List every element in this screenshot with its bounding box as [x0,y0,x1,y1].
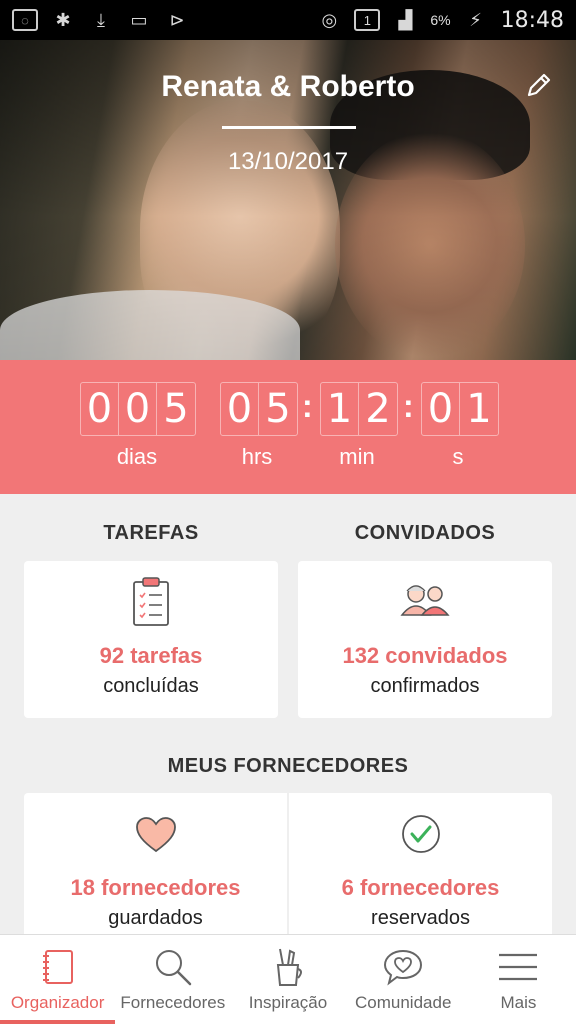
divider [222,126,356,129]
nav-label: Mais [500,993,537,1012]
clock: 18:48 [500,7,564,33]
booked-vendors-card[interactable]: 6 fornecedores reservados [289,793,552,934]
download-icon: ⤓ [97,9,105,30]
tasks-count: 92 tarefas [99,643,203,668]
nav-label: Inspiração [248,993,328,1012]
saved-vendors-sub: guardados [108,907,203,929]
search-icon [155,950,192,986]
hours-digit: 0 [221,383,259,435]
saved-vendors-count: 18 fornecedores [70,875,241,900]
couple-photo[interactable]: Renata & Roberto 13/10/2017 [0,40,576,360]
heart-icon [135,817,176,853]
check-circle-icon [401,815,440,853]
days-digit: 0 [81,383,119,435]
voicemail-icon: ▭ [130,9,148,30]
nav-label: Organizador [10,993,105,1012]
countdown-minutes: 1 2 [320,382,398,436]
wifi-icon: ◎ [321,9,338,30]
nav-label: Comunidade [355,993,452,1012]
menu-icon [499,953,538,981]
vendors-title: MEUS FORNECEDORES [167,755,409,777]
booked-vendors-count: 6 fornecedores [341,875,500,900]
active-indicator [0,1020,116,1024]
couple-name: Renata & Roberto [161,70,415,103]
battery-charging-icon: ⚡ [469,9,482,30]
bottom-navigation: Organizador Fornecedores Inspiração Comu… [0,934,576,1024]
saved-vendors-card[interactable]: 18 fornecedores guardados [24,793,287,934]
minutes-label: min [339,444,375,469]
seconds-digit: 0 [422,383,460,435]
tasks-title: TAREFAS [103,522,199,544]
android-app-icon: ✱ [55,9,71,30]
chat-notification-icon: ◌ [12,9,38,31]
booked-vendors-sub: reservados [371,907,470,929]
nav-mais[interactable]: Mais [461,935,576,1024]
colon-separator: : [302,388,313,424]
signal-icon: ▟ [398,9,413,30]
days-digit: 0 [119,383,157,435]
nav-organizador[interactable]: Organizador [0,935,116,1024]
battery-percent: 6% [430,12,451,28]
countdown-panel: 0 0 5 0 5 : 1 2 : 0 1 dias hrs min s [0,360,576,494]
nav-comunidade[interactable]: Comunidade [346,935,461,1024]
wedding-date: 13/10/2017 [227,148,349,175]
status-bar: ◌ ✱ ⤓ ▭ ⊳ ◎ 1 ▟ 6% ⚡ 18:48 [0,0,576,40]
countdown-hours: 0 5 [220,382,298,436]
clipboard-checklist-icon [133,577,169,626]
tasks-card[interactable]: 92 tarefas concluídas [24,561,278,718]
guests-people-icon [400,585,450,616]
nav-label: Fornecedores [120,993,226,1012]
guests-title: CONVIDADOS [354,522,496,544]
guests-count: 132 convidados [342,643,508,668]
hours-digit: 5 [265,386,291,432]
countdown-seconds: 0 1 [421,382,499,436]
notebook-icon [42,950,73,984]
guests-sub: confirmados [370,675,480,697]
seconds-digit: 1 [466,386,492,432]
minutes-digit: 2 [365,386,391,432]
seconds-label: s [452,444,464,469]
edit-pencil-icon[interactable] [524,70,554,100]
nav-inspiracao[interactable]: Inspiração [230,935,345,1024]
nav-fornecedores[interactable]: Fornecedores [115,935,230,1024]
pencil-cup-icon [276,948,302,986]
sim-icon: 1 [354,9,381,31]
days-label: dias [116,444,158,469]
hours-label: hrs [241,444,273,469]
colon-separator: : [403,388,414,424]
countdown-days: 0 0 5 [80,382,196,436]
chat-heart-icon [384,949,423,986]
tasks-sub: concluídas [103,675,199,697]
days-digit: 5 [163,386,189,432]
guests-card[interactable]: 132 convidados confirmados [298,561,552,718]
app-notification-icon: ⊳ [169,9,185,30]
minutes-digit: 1 [321,383,359,435]
